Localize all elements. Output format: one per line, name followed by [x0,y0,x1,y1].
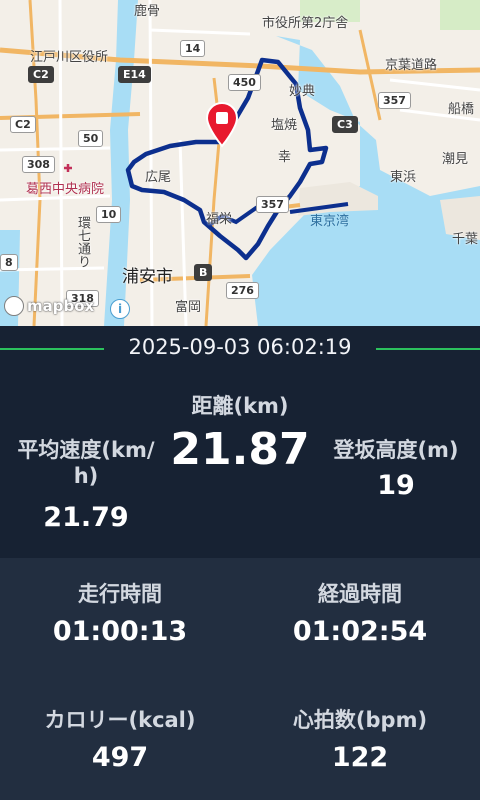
route-shield: 450 [228,74,261,91]
route-shield: 50 [78,130,104,147]
avg-speed-value: 21.79 [43,502,129,533]
place-label: 広尾 [145,170,172,185]
climb-label: 登坂高度(m) [333,438,459,462]
date-header: 2025-09-03 06:02:19 [0,326,480,372]
route-shield: 357 [378,92,411,109]
route-shield: 10 [96,206,122,223]
heart-rate-value: 122 [331,742,389,773]
route-shield: 14 [180,40,206,57]
place-label: 潮見 [442,152,469,167]
route-shield: 8 [0,254,18,271]
map-pin-icon[interactable] [205,102,239,148]
place-label: 江戸川区役所 [30,50,109,65]
road-label: 京葉道路 [385,58,438,73]
mapbox-logo-icon [4,296,24,316]
place-label: 福栄 [206,212,233,227]
place-label: 東浜 [390,170,417,185]
secondary-stats-panel: 走行時間 01:00:13 経過時間 01:02:54 カロリー(kcal) 4… [0,558,480,800]
heart-rate-label: 心拍数(bpm) [292,708,428,732]
route-shield: 308 [22,156,55,173]
distance-value: 21.87 [170,424,310,475]
route-shield: C2 [10,116,36,133]
place-label-hospital: 葛西中央病院 [26,182,105,197]
place-label: 船橋 [448,102,475,117]
route-shield: E14 [118,66,151,83]
route-shield: 357 [256,196,289,213]
moving-time-value: 01:00:13 [52,616,188,647]
route-shield: 276 [226,282,259,299]
avg-speed-label: 平均速度(km/ [17,438,155,462]
place-label: 幸 [278,150,292,165]
mapbox-logo[interactable]: mapbox [4,296,94,316]
place-label: 千葉 [452,232,479,247]
calories-label: カロリー(kcal) [44,708,196,732]
route-shield: C3 [332,116,358,133]
place-label: 鹿骨 [134,4,161,19]
place-label: 塩焼 [271,118,298,133]
calories-value: 497 [91,742,149,773]
elapsed-time-label: 経過時間 [318,582,402,606]
primary-stats-panel: 距離(km) 21.87 平均速度(km/ h) 21.79 登坂高度(m) 1… [0,372,480,558]
distance-label: 距離(km) [191,394,289,418]
city-label: 浦安市 [122,267,173,287]
road-label: 環七通り [75,216,90,268]
place-label: 妙典 [289,84,316,99]
mapbox-logo-text: mapbox [27,297,95,315]
session-datetime: 2025-09-03 06:02:19 [128,335,352,359]
divider-right [376,348,480,350]
route-map[interactable]: 鹿骨 江戸川区役所 市役所第2庁舎 妙典 塩焼 幸 広尾 福栄 富岡 葛西中央病… [0,0,480,326]
moving-time-label: 走行時間 [78,582,162,606]
info-icon[interactable]: i [110,299,130,319]
avg-speed-label-line2: h) [73,464,99,488]
place-label: 富岡 [175,300,202,315]
route-shield: C2 [28,66,54,83]
water-label: 東京湾 [310,214,350,229]
climb-value: 19 [377,470,415,501]
elapsed-time-value: 01:02:54 [292,616,428,647]
route-shield: B [194,264,213,281]
place-label: 市役所第2庁舎 [262,16,349,31]
